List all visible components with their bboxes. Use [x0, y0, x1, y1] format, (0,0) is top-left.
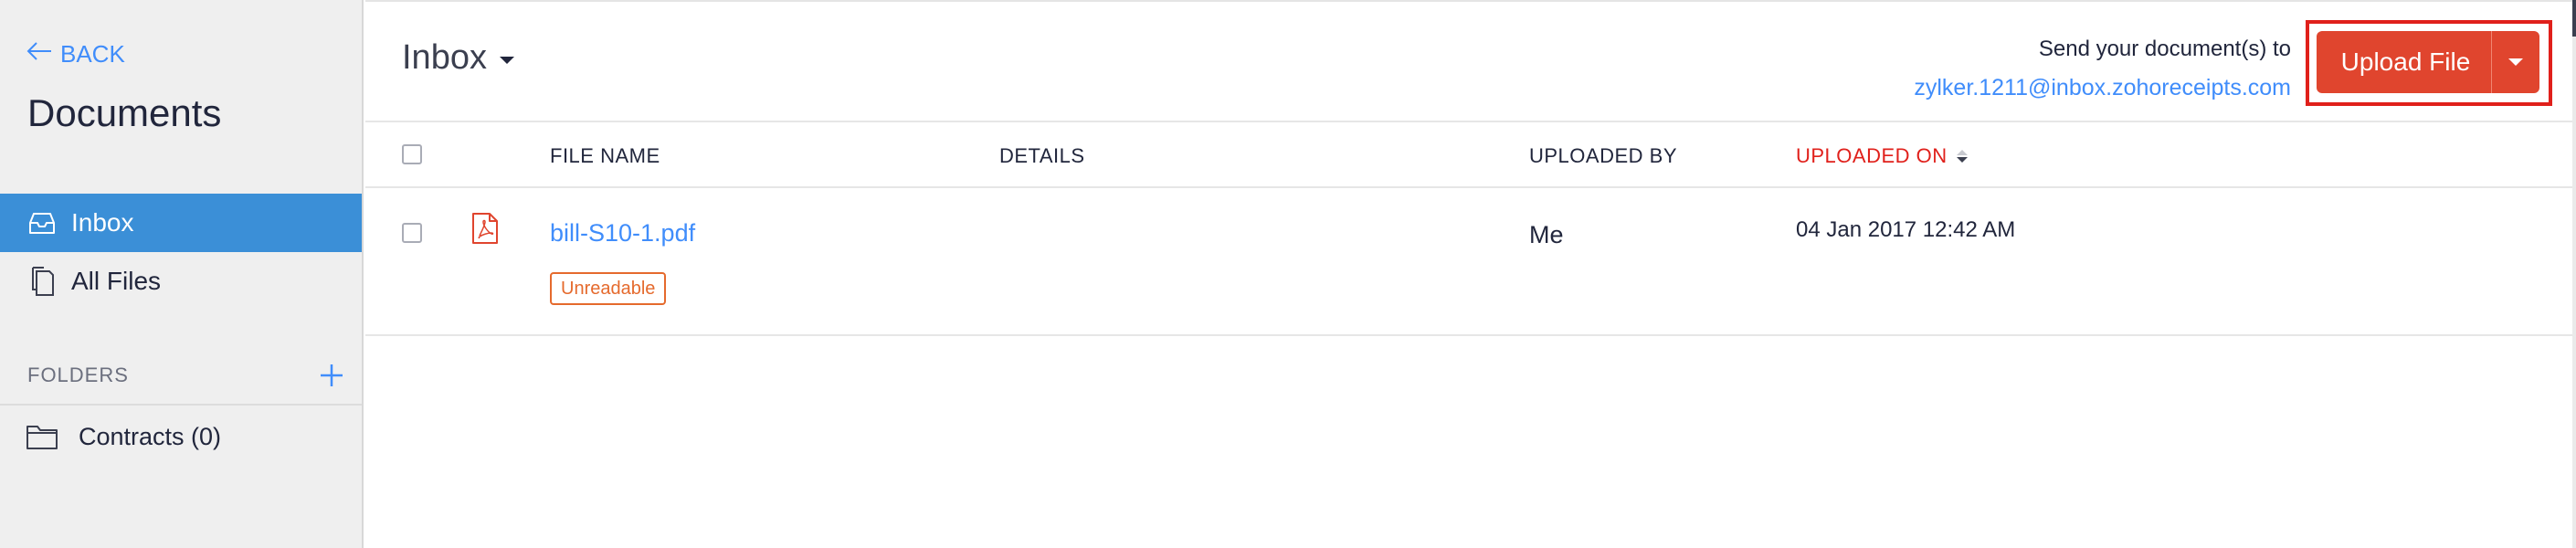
- view-dropdown[interactable]: Inbox: [402, 38, 514, 78]
- upload-file-label[interactable]: Upload File: [2317, 31, 2492, 93]
- sidebar-item-all-files[interactable]: All Files: [0, 252, 362, 311]
- top-border: [365, 0, 2576, 2]
- column-uploaded-on-label: UPLOADED ON: [1796, 144, 1948, 167]
- upload-options-dropdown[interactable]: [2492, 31, 2539, 93]
- caret-down-icon: [499, 56, 514, 64]
- main-content: Inbox Send your document(s) to zylker.12…: [365, 0, 2576, 548]
- table-header: FILE NAME DETAILS UPLOADED BY UPLOADED O…: [365, 122, 2576, 188]
- table-row[interactable]: bill-S10-1.pdf Unreadable Me 04 Jan 2017…: [365, 188, 2576, 336]
- sidebar: BACK Documents Inbox All Files FOLDERS C…: [0, 0, 364, 548]
- plus-icon: [321, 364, 343, 386]
- sidebar-item-label: Inbox: [71, 208, 134, 237]
- status-badge: Unreadable: [550, 272, 667, 305]
- folder-label: Contracts (0): [79, 422, 222, 450]
- files-icon: [26, 265, 58, 298]
- send-label: Send your document(s) to: [2038, 37, 2291, 61]
- arrow-left-icon: [26, 40, 53, 68]
- back-link[interactable]: BACK: [26, 40, 125, 68]
- uploaded-on-cell: 04 Jan 2017 12:42 AM: [1796, 217, 2016, 242]
- page-title: Documents: [27, 91, 222, 134]
- app-window: BACK Documents Inbox All Files FOLDERS C…: [0, 0, 2576, 548]
- content-header: Inbox Send your document(s) to zylker.12…: [365, 0, 2576, 122]
- window-edge: [2572, 0, 2576, 548]
- uploaded-by-cell: Me: [1529, 221, 1564, 248]
- sidebar-item-inbox[interactable]: Inbox: [0, 194, 362, 252]
- send-documents-info: Send your document(s) to zylker.1211@inb…: [1914, 37, 2291, 101]
- folders-divider: [0, 404, 362, 406]
- column-file-name[interactable]: FILE NAME: [550, 144, 660, 168]
- inbox-icon: [26, 206, 58, 239]
- pdf-file-icon: [471, 212, 499, 245]
- sidebar-folder-contracts[interactable]: Contracts (0): [26, 416, 221, 457]
- sort-icon: [1956, 150, 1968, 163]
- back-label: BACK: [60, 40, 125, 68]
- column-details: DETAILS: [999, 144, 1085, 167]
- folders-label: FOLDERS: [27, 364, 129, 386]
- select-all-checkbox[interactable]: [402, 144, 422, 164]
- sidebar-item-label: All Files: [71, 267, 162, 295]
- column-uploaded-on[interactable]: UPLOADED ON: [1796, 144, 1968, 168]
- file-name-link[interactable]: bill-S10-1.pdf: [550, 219, 695, 248]
- folder-icon: [26, 423, 58, 450]
- upload-file-button[interactable]: Upload File: [2317, 31, 2539, 93]
- column-uploaded-by[interactable]: UPLOADED BY: [1529, 144, 1677, 168]
- chevron-down-icon: [2508, 58, 2523, 66]
- add-folder-button[interactable]: [318, 362, 345, 389]
- folders-header: FOLDERS: [27, 362, 345, 389]
- inbox-email-link[interactable]: zylker.1211@inbox.zohoreceipts.com: [1914, 75, 2291, 101]
- row-checkbox[interactable]: [402, 223, 422, 243]
- view-label: Inbox: [402, 38, 487, 77]
